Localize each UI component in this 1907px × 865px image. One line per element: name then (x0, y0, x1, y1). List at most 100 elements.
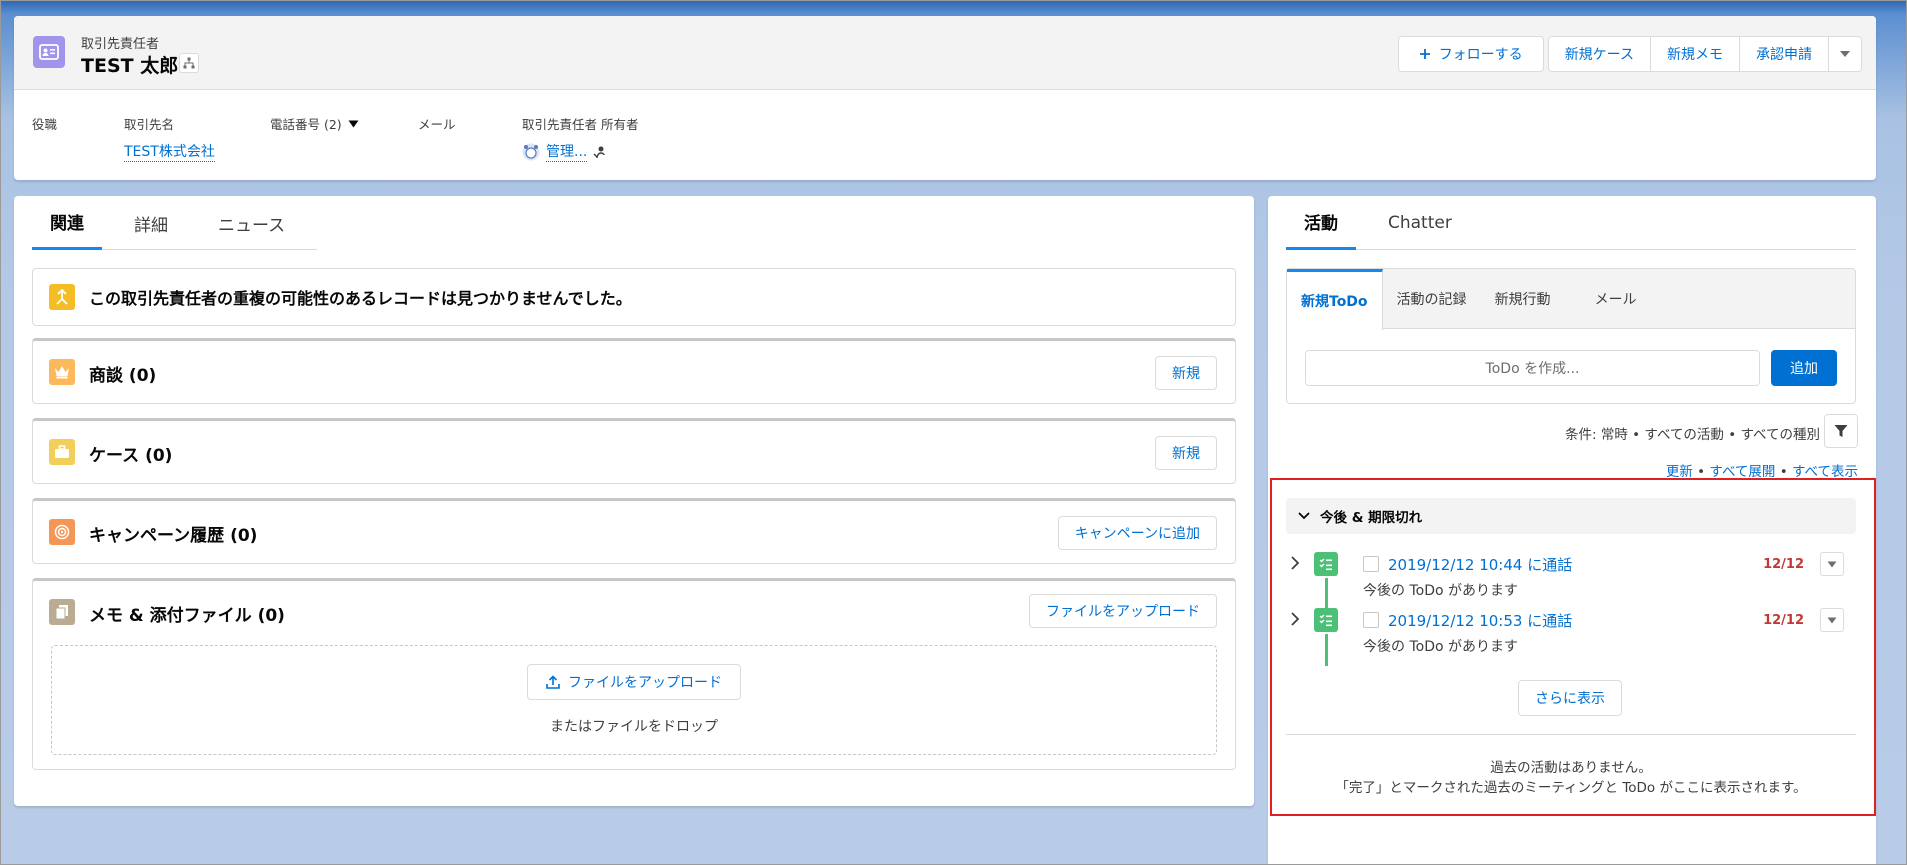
hierarchy-icon (183, 57, 195, 69)
no-past-activity-text: 過去の活動はありません。 (1490, 760, 1652, 776)
task-menu-button[interactable] (1820, 608, 1844, 632)
opportunities-related-list: 商談 (0) 新規 (32, 338, 1236, 404)
new-opportunity-button[interactable]: 新規 (1155, 356, 1217, 390)
expand-all-link[interactable]: すべて展開 (1709, 464, 1775, 480)
account-label: 取引先名 (124, 117, 175, 132)
tab-new-event[interactable]: 新規行動 (1481, 269, 1565, 328)
chevron-right-icon[interactable] (1290, 556, 1300, 570)
task-checkbox[interactable] (1363, 612, 1379, 628)
tab-chatter[interactable]: Chatter (1370, 196, 1470, 250)
follow-button[interactable]: フォローする (1397, 36, 1544, 72)
duplicate-message: この取引先責任者の重複の可能性のあるレコードは見つかりませんでした。 (89, 289, 632, 308)
tab-email[interactable]: メール (1565, 269, 1651, 328)
record-name: TEST 太郎 (81, 55, 179, 77)
task-due-date: 12/12 (1763, 613, 1804, 628)
change-owner-icon[interactable] (593, 145, 607, 159)
email-label: メール (418, 117, 456, 132)
record-tabs: 関連 詳細 ニュース (32, 196, 318, 250)
upload-icon (546, 675, 560, 689)
owner-label: 取引先責任者 所有者 (522, 117, 639, 132)
duplicate-icon (49, 284, 75, 310)
chevron-down-icon (1827, 617, 1837, 623)
task-description: 今後の ToDo があります (1363, 639, 1518, 655)
task-subject-link[interactable]: 2019/12/12 10:53 に通話 (1388, 610, 1572, 631)
timeline-item: 2019/12/12 10:53 に通話 今後の ToDo があります 12/1… (1286, 604, 1856, 666)
composer-tabs: 新規ToDo 活動の記録 新規行動 メール (1287, 269, 1855, 330)
owner-link[interactable]: 管理... (546, 141, 588, 162)
activity-card: 活動 Chatter 新規ToDo 活動の記録 新規行動 メール ToDo を作… (1268, 196, 1876, 865)
filter-button[interactable] (1824, 414, 1858, 448)
account-link[interactable]: TEST株式会社 (124, 141, 215, 162)
contact-icon (33, 36, 65, 68)
past-activity-hint: 「完了」とマークされた過去のミーティングと ToDo がここに表示されます。 (1335, 780, 1807, 796)
email-field: メール (418, 114, 456, 133)
phone-field: 電話番号 (2) (270, 114, 359, 133)
activity-tabs: 活動 Chatter (1286, 196, 1856, 250)
tab-related[interactable]: 関連 (32, 196, 102, 250)
record-header-top: 取引先責任者 TEST 太郎 フォローする 新規ケース 新規メモ 承認申請 (14, 16, 1876, 90)
upcoming-overdue-header[interactable]: 今後 & 期限切れ (1286, 498, 1856, 534)
target-icon (49, 519, 75, 545)
new-case-related-button[interactable]: 新規 (1155, 436, 1217, 470)
chevron-down-icon (1840, 51, 1850, 57)
task-due-date: 12/12 (1763, 557, 1804, 572)
hierarchy-button[interactable] (179, 53, 199, 73)
view-all-link[interactable]: すべて表示 (1792, 464, 1858, 480)
task-description: 今後の ToDo があります (1363, 583, 1518, 599)
activity-composer: 新規ToDo 活動の記録 新規行動 メール ToDo を作成... 追加 (1286, 268, 1856, 404)
avatar-icon (522, 143, 540, 160)
filter-text: 条件: 常時 • すべての活動 • すべての種別 (1565, 427, 1820, 443)
cases-related-list: ケース (0) 新規 (32, 418, 1236, 484)
timeline-links: 更新 • すべて展開 • すべて表示 (1666, 460, 1858, 480)
tab-activity[interactable]: 活動 (1286, 196, 1356, 250)
campaign-history-related-list: キャンペーン履歴 (0) キャンペーンに追加 (32, 498, 1236, 564)
header-actions: フォローする 新規ケース 新規メモ 承認申請 (1397, 36, 1862, 72)
highlights-panel: 役職 取引先名 TEST株式会社 電話番号 (2) メール 取引先責任者 所有者… (14, 90, 1876, 180)
account-field: 取引先名 TEST株式会社 (124, 114, 215, 162)
upload-files-button[interactable]: ファイルをアップロード (1029, 594, 1217, 628)
opportunities-title: 商談 (0) (89, 366, 157, 386)
task-subject-link[interactable]: 2019/12/12 10:44 に通話 (1388, 554, 1572, 575)
todo-input[interactable]: ToDo を作成... (1305, 350, 1760, 386)
duplicate-notice: この取引先責任者の重複の可能性のあるレコードは見つかりませんでした。 (32, 268, 1236, 326)
task-menu-button[interactable] (1820, 552, 1844, 576)
owner-field: 取引先責任者 所有者 管理... (522, 114, 638, 162)
phone-label-row[interactable]: 電話番号 (2) (270, 114, 359, 133)
chevron-right-icon[interactable] (1290, 612, 1300, 626)
related-card: 関連 詳細 ニュース この取引先責任者の重複の可能性のあるレコードは見つかりませ… (14, 196, 1254, 806)
follow-label: フォローする (1438, 47, 1523, 63)
tab-new-todo[interactable]: 新規ToDo (1287, 269, 1383, 330)
add-button[interactable]: 追加 (1771, 350, 1837, 386)
show-more-button[interactable]: さらに表示 (1518, 680, 1622, 716)
dropzone-text: またはファイルをドロップ (550, 719, 718, 735)
briefcase-icon (49, 439, 75, 465)
tab-news[interactable]: ニュース (200, 196, 303, 250)
tab-details[interactable]: 詳細 (116, 196, 186, 250)
phone-label: 電話番号 (2) (270, 117, 342, 132)
new-note-button[interactable]: 新規メモ (1650, 36, 1740, 72)
past-divider (1286, 734, 1856, 735)
crown-icon (49, 359, 75, 385)
task-checkbox[interactable] (1363, 556, 1379, 572)
plus-icon (1419, 49, 1430, 59)
timeline-line (1325, 634, 1328, 666)
title-field: 役職 (32, 114, 57, 133)
notes-attachments-related-list: メモ & 添付ファイル (0) ファイルをアップロード ファイルをアップロード … (32, 578, 1236, 770)
notes-attachments-title: メモ & 添付ファイル (0) (89, 606, 285, 626)
tab-log-activity[interactable]: 活動の記録 (1383, 269, 1481, 328)
new-case-button[interactable]: 新規ケース (1547, 36, 1651, 72)
title-label: 役職 (32, 117, 58, 132)
task-icon (1314, 608, 1338, 632)
file-dropzone[interactable]: ファイルをアップロード またはファイルをドロップ (51, 645, 1217, 755)
more-actions-button[interactable] (1828, 36, 1862, 72)
timeline-item: 2019/12/12 10:44 に通話 今後の ToDo があります 12/1… (1286, 548, 1856, 610)
approval-button[interactable]: 承認申請 (1739, 36, 1829, 72)
add-to-campaign-button[interactable]: キャンペーンに追加 (1057, 516, 1217, 550)
chevron-down-icon (1298, 512, 1310, 520)
refresh-link[interactable]: 更新 (1666, 464, 1693, 480)
chevron-down-icon (348, 120, 359, 127)
dropzone-upload-button[interactable]: ファイルをアップロード (527, 664, 741, 700)
cases-title: ケース (0) (89, 446, 173, 466)
dropzone-upload-label: ファイルをアップロード (568, 675, 722, 691)
upcoming-overdue-label: 今後 & 期限切れ (1320, 510, 1423, 526)
